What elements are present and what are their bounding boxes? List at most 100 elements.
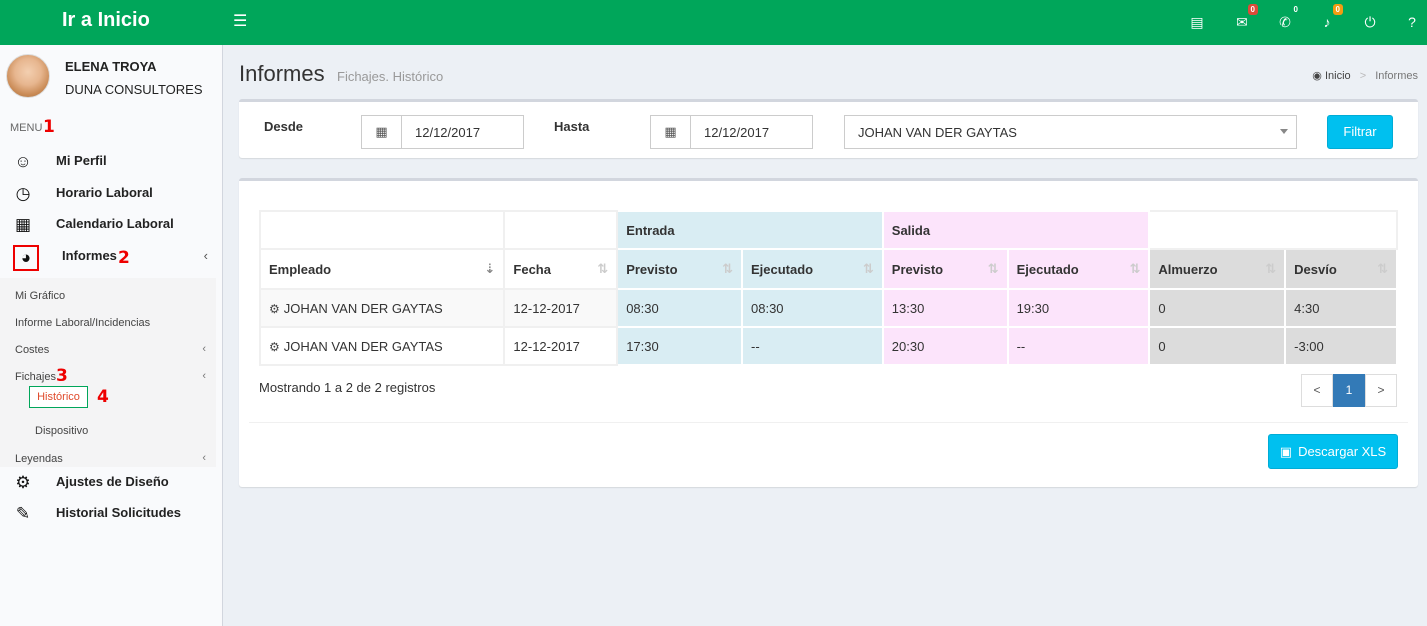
column-header-row: Empleado ⇣ Fecha ⇅ Previsto ⇅ Ejecutado ⇅ Pr… [258,248,1398,290]
cell-entrada-previsto: 08:30 [616,288,743,328]
column-header-salida-previsto[interactable]: Previsto ⇅ [881,248,1009,290]
sidebar-item-mi-perfil[interactable]: ☺ Mi Perfil [0,146,222,176]
breadcrumb-home-link[interactable]: Inicio [1325,70,1351,82]
cell-text: JOHAN VAN DER GAYTAS [283,338,443,354]
table-row: ⚙ JOHAN VAN DER GAYTAS 12-12-2017 08:30 0… [258,288,1398,328]
help-icon[interactable]: ? [1400,10,1424,34]
pie-chart-icon: ◕ [20,248,32,267]
sort-icon: ⇅ [722,261,733,276]
user-company: DUNA CONSULTORES [65,82,203,97]
sidebar-item-horario-laboral[interactable]: ◷ Horario Laboral [0,178,222,208]
column-header-almuerzo[interactable]: Almuerzo ⇅ [1148,248,1287,290]
filter-box: Desde ▦ 12/12/2017 Hasta ▦ 12/12/2017 JO… [239,99,1418,158]
submenu-item-informe-laboral[interactable]: Informe Laboral/Incidencias [15,317,150,329]
employee-select[interactable]: JOHAN VAN DER GAYTAS [844,115,1297,149]
pagination-prev-button[interactable]: < [1301,374,1333,407]
phone-icon[interactable]: ✆ 0 [1273,4,1301,34]
desde-date-field[interactable]: ▦ 12/12/2017 [361,115,524,149]
brand-home-link[interactable]: Ir a Inicio [0,0,223,45]
newspaper-icon[interactable]: ▤ [1185,10,1209,34]
results-box: Entrada Salida Empleado ⇣ Fecha ⇅ Previsto… [239,178,1418,487]
group-header-empty [258,210,506,250]
informes-submenu: Mi Gráfico Informe Laboral/Incidencias C… [0,278,216,467]
download-xls-button[interactable]: ▣ Descargar XLS [1268,434,1398,469]
annotation-marker-3: 3 [56,366,68,386]
history-table: Entrada Salida Empleado ⇣ Fecha ⇅ Previsto… [258,210,1398,366]
submenu-item-fichajes[interactable]: Fichajes [15,371,56,383]
breadcrumb: ◉ Inicio > Informes [1312,69,1418,82]
chevron-left-icon: ‹ [202,452,206,464]
employee-select-value: JOHAN VAN DER GAYTAS [858,125,1017,140]
sort-icon: ⇅ [1377,261,1388,276]
sort-icon: ⇅ [862,261,874,276]
column-header-desvio[interactable]: Desvío ⇅ [1284,248,1398,290]
page-title: Informes [239,61,325,86]
group-header-empty [503,210,619,250]
pagination-next-button[interactable]: > [1365,374,1397,407]
sort-icon: ⇅ [597,261,609,276]
column-header-entrada-previsto[interactable]: Previsto ⇅ [616,248,743,290]
edit-icon: ✎ [15,504,31,523]
cell-almuerzo: 0 [1148,326,1287,366]
sidebar-item-calendario-laboral[interactable]: ▦ Calendario Laboral [0,209,222,239]
cell-entrada-previsto: 17:30 [616,326,743,366]
cell-entrada-ejecutado: -- [741,326,884,366]
gear-icon: ⚙ [15,473,31,492]
cell-salida-ejecutado: 19:30 [1006,288,1151,328]
pagination-page-1[interactable]: 1 [1333,374,1365,407]
column-header-label: Fecha [513,261,551,277]
column-header-label: Ejecutado [751,261,814,277]
annotation-highlight-box: ◕ [13,245,39,271]
submenu-item-leyendas[interactable]: Leyendas [15,453,63,465]
submenu-item-dispositivo[interactable]: Dispositivo [35,425,88,437]
power-icon[interactable]: ⏻ [1358,10,1382,34]
sort-icon: ⇅ [1265,261,1277,276]
table-info-text: Mostrando 1 a 2 de 2 registros [259,380,436,395]
dashboard-icon: ◉ [1312,70,1322,82]
column-header-label: Empleado [269,261,332,277]
sidebar-item-label: Calendario Laboral [56,216,174,231]
caret-down-icon [1280,129,1288,134]
submenu-item-historico[interactable]: Histórico [29,386,88,408]
chevron-left-icon: ‹ [202,343,206,355]
sort-desc-icon: ⇣ [484,261,496,276]
column-header-fecha[interactable]: Fecha ⇅ [503,248,619,290]
sidebar-item-label: Informes [62,248,117,263]
hamburger-menu-icon[interactable]: ☰ [233,11,255,33]
user-name: ELENA TROYA [65,59,157,74]
gear-icon[interactable]: ⚙ [269,340,280,354]
cell-fecha: 12-12-2017 [503,326,619,366]
cell-desvio: -3:00 [1284,326,1398,366]
cell-desvio: 4:30 [1284,288,1398,328]
cell-empleado[interactable]: ⚙ JOHAN VAN DER GAYTAS [258,288,506,328]
calendar-icon: ▦ [362,116,402,148]
column-header-label: Previsto [891,261,944,277]
sidebar-item-historial-solicitudes[interactable]: ✎ Historial Solicitudes [0,498,222,528]
sidebar-item-informes[interactable]: ◕ Informes ‹ [0,242,222,272]
hasta-date-value: 12/12/2017 [704,125,770,140]
column-header-empleado[interactable]: Empleado ⇣ [258,248,506,290]
column-header-label: Desvío [1294,261,1337,277]
cell-almuerzo: 0 [1148,288,1287,328]
cell-salida-previsto: 13:30 [881,288,1009,328]
comments-icon[interactable]: ✉ 0 [1230,4,1258,34]
gear-icon[interactable]: ⚙ [269,302,280,316]
hasta-date-field[interactable]: ▦ 12/12/2017 [650,115,813,149]
download-xls-label: Descargar XLS [1298,444,1387,459]
filter-button[interactable]: Filtrar [1327,115,1393,149]
sidebar-item-ajustes-diseno[interactable]: ⚙ Ajustes de Diseño [0,467,222,497]
sidebar-item-label: Horario Laboral [56,185,153,200]
column-header-entrada-ejecutado[interactable]: Ejecutado ⇅ [741,248,884,290]
group-header-empty [1148,210,1398,250]
bell-icon[interactable]: ♪ 0 [1315,4,1343,34]
table-row: ⚙ JOHAN VAN DER GAYTAS 12-12-2017 17:30 -… [258,326,1398,366]
top-navbar: Ir a Inicio ☰ ▤ ✉ 0 ✆ 0 ♪ 0 ⏻ ? [0,0,1427,45]
hasta-label: Hasta [554,119,590,134]
submenu-item-mi-grafico[interactable]: Mi Gráfico [15,290,65,302]
annotation-marker-1: 1 [43,117,55,137]
desde-label: Desde [264,119,304,134]
submenu-item-costes[interactable]: Costes [15,344,49,356]
cell-empleado[interactable]: ⚙ JOHAN VAN DER GAYTAS [258,326,506,366]
smile-icon: ☺ [14,152,32,171]
column-header-salida-ejecutado[interactable]: Ejecutado ⇅ [1006,248,1151,290]
